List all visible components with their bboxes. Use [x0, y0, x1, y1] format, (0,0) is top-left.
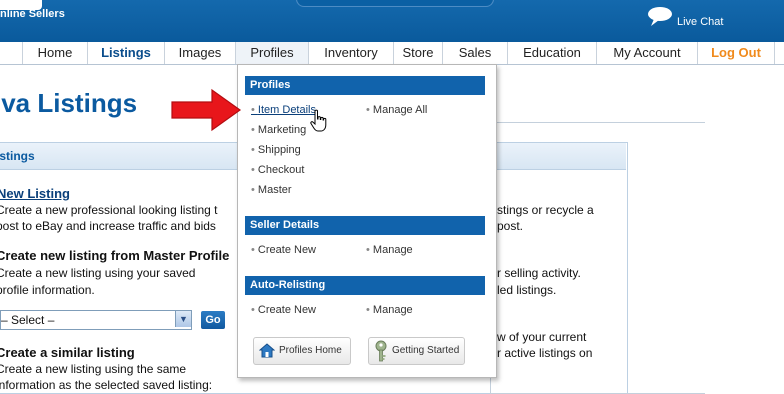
getting-started-button[interactable]: Getting Started — [368, 337, 465, 365]
menu-item-label: Manage — [372, 244, 413, 256]
menu-item-label: Item Details — [257, 104, 316, 116]
go-button[interactable]: Go — [201, 311, 225, 329]
nav-education[interactable]: Education — [507, 42, 596, 64]
menu-item-marketing[interactable]: • Marketing — [251, 124, 306, 136]
right-text: w of your current — [497, 330, 587, 344]
chat-bubble-icon[interactable] — [645, 6, 677, 28]
bullet-icon: • — [251, 164, 258, 176]
right-text: post. — [497, 219, 524, 233]
menu-item-manage-all[interactable]: • Manage All — [366, 104, 427, 116]
menu-item-master[interactable]: • Master — [251, 184, 292, 196]
menu-item-label: Create New — [257, 304, 316, 316]
menu-item-label: Create New — [257, 244, 316, 256]
nav-log-out[interactable]: Log Out — [697, 42, 775, 64]
menu-item-shipping[interactable]: • Shipping — [251, 144, 301, 156]
menu-item-label: Shipping — [257, 144, 301, 156]
bullet-icon: • — [251, 244, 258, 256]
seller-details-section-header: Seller Details — [245, 216, 485, 235]
hand-cursor-icon — [310, 109, 327, 132]
bullet-icon: • — [251, 184, 258, 196]
menu-item-item-details[interactable]: • Item Details — [251, 104, 316, 116]
bullet-icon: • — [366, 244, 373, 256]
nav-sales[interactable]: Sales — [442, 42, 507, 64]
logo-subtitle: nline Sellers — [0, 8, 65, 20]
header-search-tab[interactable] — [296, 0, 494, 7]
panel-title: istings — [0, 149, 35, 163]
profiles-home-button[interactable]: Profiles Home — [253, 337, 351, 365]
select-value: – Select – — [1, 313, 55, 327]
menu-item-label: Marketing — [257, 124, 307, 136]
nav-home[interactable]: Home — [22, 42, 87, 64]
nav-profiles[interactable]: Profiles — [235, 42, 308, 64]
right-text: stings or recycle a — [497, 203, 594, 217]
new-listing-link[interactable]: New Listing — [0, 186, 70, 201]
menu-item-seller-create-new[interactable]: • Create New — [251, 244, 316, 256]
nav-images[interactable]: Images — [164, 42, 235, 64]
profiles-section-header: Profiles — [245, 76, 485, 95]
page-title: iva Listings — [0, 88, 138, 118]
menu-item-label: Manage — [372, 304, 413, 316]
bullet-icon: • — [251, 144, 258, 156]
nav-store[interactable]: Store — [393, 42, 442, 64]
house-icon — [259, 343, 275, 358]
similar-listing-desc: Create a new listing using the same — [0, 362, 187, 376]
menu-item-label: Checkout — [257, 164, 305, 176]
menu-item-checkout[interactable]: • Checkout — [251, 164, 304, 176]
auto-relisting-section-header: Auto-Relisting — [245, 276, 485, 295]
master-profile-desc: Create a new listing using your saved — [0, 266, 196, 280]
red-arrow-pointer — [171, 88, 242, 132]
similar-listing-desc: information as the selected saved listin… — [0, 378, 213, 392]
key-icon — [375, 340, 387, 362]
menu-item-seller-manage[interactable]: • Manage — [366, 244, 413, 256]
menu-item-label: Master — [257, 184, 292, 196]
bullet-icon: • — [366, 304, 373, 316]
bullet-icon: • — [251, 304, 258, 316]
right-text: led listings. — [497, 283, 557, 297]
live-chat-link[interactable]: Live Chat — [677, 16, 723, 28]
menu-item-label: Manage All — [372, 104, 428, 116]
menu-item-relist-create-new[interactable]: • Create New — [251, 304, 316, 316]
master-profile-desc: profile information. — [0, 283, 95, 297]
nav-inventory[interactable]: Inventory — [308, 42, 393, 64]
new-listing-desc: Create a new professional looking listin… — [0, 203, 218, 217]
right-text: r active listings on — [497, 346, 593, 360]
master-profile-heading: Create new listing from Master Profile — [0, 248, 230, 263]
right-text: r selling activity. — [497, 266, 581, 280]
nav-listings[interactable]: Listings — [87, 42, 164, 64]
profiles-home-label: Profiles Home — [279, 345, 342, 356]
chevron-down-icon[interactable]: ▼ — [175, 311, 191, 327]
nav-my-account[interactable]: My Account — [596, 42, 697, 64]
similar-listing-heading: Create a similar listing — [0, 345, 135, 360]
bullet-icon: • — [251, 104, 258, 116]
bullet-icon: • — [251, 124, 258, 136]
master-profile-select[interactable]: – Select – — [0, 310, 192, 330]
bullet-icon: • — [366, 104, 373, 116]
getting-started-label: Getting Started — [392, 345, 460, 356]
new-listing-desc: post to eBay and increase traffic and bi… — [0, 219, 216, 233]
menu-item-relist-manage[interactable]: • Manage — [366, 304, 413, 316]
